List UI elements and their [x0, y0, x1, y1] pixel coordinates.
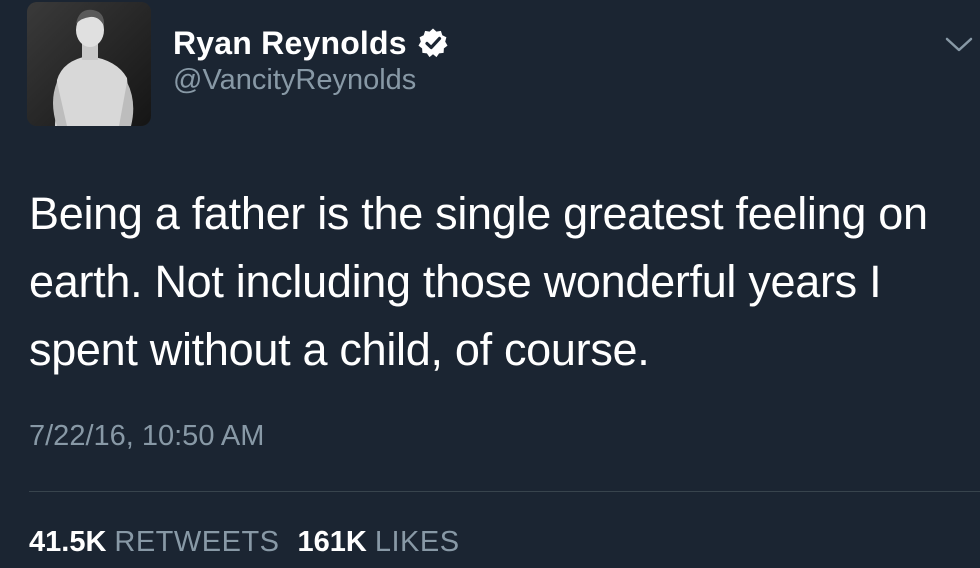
tweet-stats: 41.5K RETWEETS 161K LIKES	[29, 526, 478, 559]
tweet-timestamp[interactable]: 7/22/16, 10:50 AM	[29, 420, 264, 453]
verified-badge-icon	[417, 27, 449, 59]
retweets-count[interactable]: 41.5K	[29, 526, 106, 559]
likes-label[interactable]: LIKES	[375, 526, 460, 559]
avatar[interactable]	[27, 2, 151, 126]
divider	[29, 491, 980, 492]
likes-count[interactable]: 161K	[298, 526, 367, 559]
tweet-text: Being a father is the single greatest fe…	[29, 188, 928, 375]
retweets-label[interactable]: RETWEETS	[114, 526, 279, 559]
display-name[interactable]: Ryan Reynolds	[173, 25, 407, 62]
chevron-down-icon[interactable]	[944, 34, 974, 54]
profile-photo	[27, 2, 151, 126]
name-row: Ryan Reynolds	[173, 22, 449, 64]
user-handle[interactable]: @VancityReynolds	[173, 64, 416, 97]
